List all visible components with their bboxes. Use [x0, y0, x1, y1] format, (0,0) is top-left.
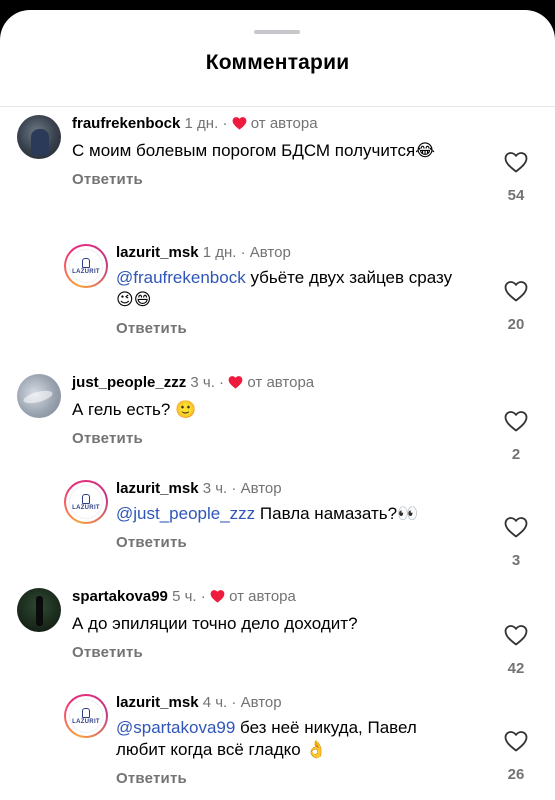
comment-time: 3 ч.	[202, 480, 228, 497]
like-count: 42	[507, 660, 525, 677]
comment-body: lazurit_msk 4 ч. · Автор @spartakova99 б…	[116, 694, 466, 787]
meta-separator: ·	[231, 694, 237, 711]
like-count: 26	[507, 766, 525, 783]
meta-separator: ·	[200, 588, 206, 605]
avatar[interactable]	[17, 588, 61, 632]
like-control: 26	[499, 730, 533, 783]
avatar-logo-text: LAZURIT	[72, 718, 100, 725]
comment-meta: just_people_zzz 3 ч. · от автора	[72, 374, 492, 394]
comment-body: lazurit_msk 3 ч. · Автор @just_people_zz…	[116, 480, 466, 551]
like-count: 20	[507, 316, 525, 333]
comment-meta: lazurit_msk 4 ч. · Автор	[116, 694, 466, 712]
heart-outline-icon[interactable]	[499, 624, 533, 646]
avatar[interactable]: LAZURIT	[64, 244, 108, 288]
heart-filled-icon	[228, 375, 243, 394]
comment-text-content: Павла намазать?👀	[255, 504, 419, 523]
comment-time: 3 ч.	[190, 374, 215, 391]
avatar[interactable]: LAZURIT	[64, 480, 108, 524]
mention-link[interactable]: @fraufrekenbock	[116, 268, 246, 287]
username[interactable]: fraufrekenbock	[72, 115, 180, 132]
like-control: 20	[499, 280, 533, 333]
avatar-logo-text: LAZURIT	[72, 504, 100, 511]
username[interactable]: lazurit_msk	[116, 694, 199, 711]
lazurit-logo-icon	[82, 707, 90, 718]
reply-button[interactable]: Ответить	[116, 770, 466, 787]
comment-meta: fraufrekenbock 1 дн. · от автора	[72, 115, 492, 135]
comment-text: @just_people_zzz Павла намазать?👀	[116, 503, 466, 525]
comment-time: 5 ч.	[172, 588, 197, 605]
meta-separator: ·	[231, 480, 237, 497]
author-badge: Автор	[240, 694, 282, 711]
avatar-logo-text: LAZURIT	[72, 268, 100, 275]
mention-link[interactable]: @spartakova99	[116, 718, 235, 737]
lazurit-logo-icon	[82, 493, 90, 504]
avatar[interactable]: LAZURIT	[64, 694, 108, 738]
heart-outline-icon[interactable]	[499, 410, 533, 432]
mention-link[interactable]: @just_people_zzz	[116, 504, 255, 523]
meta-separator: ·	[240, 244, 246, 261]
reply-button[interactable]: Ответить	[72, 171, 492, 188]
meta-separator: ·	[219, 374, 225, 391]
username[interactable]: spartakova99	[72, 588, 168, 605]
reply-button[interactable]: Ответить	[116, 320, 466, 337]
username[interactable]: just_people_zzz	[72, 374, 186, 391]
like-control: 3	[499, 516, 533, 569]
author-badge: Автор	[240, 480, 282, 497]
comment-meta: lazurit_msk 3 ч. · Автор	[116, 480, 466, 498]
sheet-title: Комментарии	[205, 51, 350, 74]
comment-text: С моим болевым порогом БДСМ получится😂	[72, 141, 436, 160]
comment-body: just_people_zzz 3 ч. · от автора А гель …	[72, 374, 492, 447]
heart-outline-icon[interactable]	[499, 516, 533, 538]
username[interactable]: lazurit_msk	[116, 480, 199, 497]
like-control: 54	[499, 151, 533, 204]
heart-outline-icon[interactable]	[499, 151, 533, 173]
reply-button[interactable]: Ответить	[72, 430, 492, 447]
like-count: 3	[511, 552, 521, 569]
heart-filled-icon	[232, 116, 247, 135]
avatar[interactable]	[17, 115, 61, 159]
comment-text: @fraufrekenbock убьёте двух зайцев сразу…	[116, 267, 466, 311]
username[interactable]: lazurit_msk	[116, 244, 199, 261]
reply-button[interactable]: Ответить	[116, 534, 466, 551]
like-control: 2	[499, 410, 533, 463]
comment-time: 1 дн.	[202, 244, 237, 261]
comment-text: А до эпиляции точно дело доходит?	[72, 614, 358, 633]
like-count: 2	[511, 446, 521, 463]
comment-time: 4 ч.	[202, 694, 228, 711]
comment-time: 1 дн.	[184, 115, 219, 132]
comment-body: spartakova99 5 ч. · от автора А до эпиля…	[72, 588, 492, 661]
reply-button[interactable]: Ответить	[72, 644, 492, 661]
comment-meta: spartakova99 5 ч. · от автора	[72, 588, 492, 608]
heart-outline-icon[interactable]	[499, 730, 533, 752]
comments-sheet: Комментарии fraufrekenbock 1 дн. · от ав…	[0, 10, 555, 800]
like-count: 54	[507, 187, 525, 204]
author-liked-badge: от автора	[229, 588, 296, 605]
comment-body: lazurit_msk 1 дн. · Автор @fraufrekenboc…	[116, 244, 466, 337]
heart-outline-icon[interactable]	[499, 280, 533, 302]
meta-separator: ·	[222, 115, 228, 132]
comment-text: А гель есть? 🙂	[72, 400, 197, 419]
header-divider	[0, 106, 555, 107]
comment-body: fraufrekenbock 1 дн. · от автора С моим …	[72, 115, 492, 188]
comment-meta: lazurit_msk 1 дн. · Автор	[116, 244, 466, 262]
comment-text: @spartakova99 без неё никуда, Павел люби…	[116, 717, 466, 761]
author-badge: Автор	[249, 244, 291, 261]
avatar[interactable]	[17, 374, 61, 418]
lazurit-logo-icon	[82, 257, 90, 268]
like-control: 42	[499, 624, 533, 677]
heart-filled-icon	[210, 589, 225, 608]
author-liked-badge: от автора	[250, 115, 318, 132]
author-liked-badge: от автора	[247, 374, 315, 391]
sheet-grabber[interactable]	[254, 30, 300, 34]
